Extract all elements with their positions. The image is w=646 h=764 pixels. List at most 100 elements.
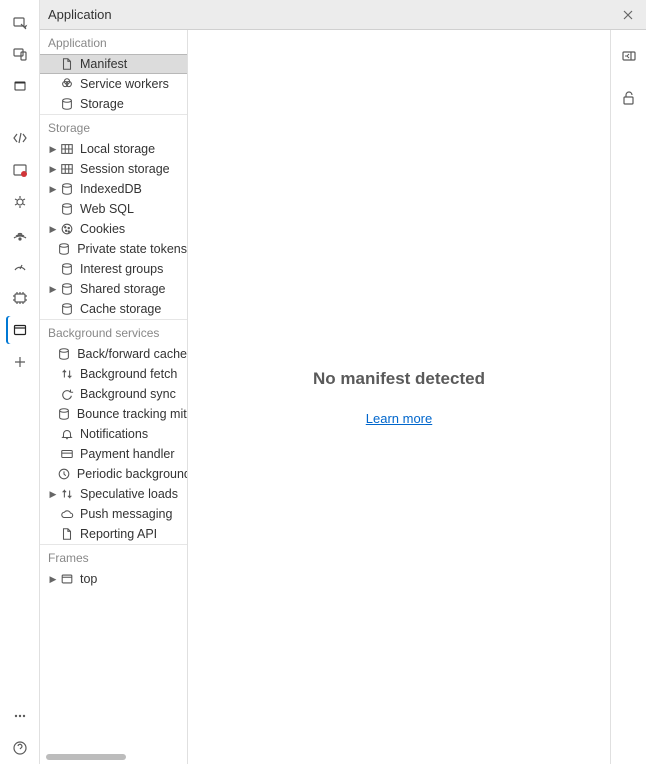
horizontal-scrollbar[interactable] — [46, 754, 126, 760]
grid-icon — [60, 162, 74, 176]
tree-item[interactable]: ▶Private state tokens — [40, 239, 187, 259]
tree-item[interactable]: ▶Back/forward cache — [40, 344, 187, 364]
device-toggle-icon[interactable] — [6, 40, 34, 68]
tree-item[interactable]: ▶Bounce tracking mitigations — [40, 404, 187, 424]
file-icon — [60, 527, 74, 541]
tree-item-label: Service workers — [80, 77, 169, 91]
cloud-icon — [60, 507, 74, 521]
database-icon — [60, 282, 74, 296]
expand-arrow-icon[interactable]: ▶ — [48, 144, 58, 154]
service-worker-icon — [60, 77, 74, 91]
close-icon[interactable] — [618, 5, 638, 25]
tree-item-label: IndexedDB — [80, 182, 142, 196]
more-icon[interactable] — [6, 702, 34, 730]
sync-icon — [60, 387, 74, 401]
empty-state-heading: No manifest detected — [313, 369, 485, 389]
database-icon — [57, 347, 71, 361]
tree-item-label: Payment handler — [80, 447, 175, 461]
right-rail — [610, 30, 646, 764]
titlebar: Application — [40, 0, 646, 30]
tree-item-label: Reporting API — [80, 527, 157, 541]
main-panel: Application Application▶Manifest▶Service… — [40, 0, 646, 764]
updown-icon — [60, 487, 74, 501]
application-icon[interactable] — [6, 316, 34, 344]
add-tool-icon[interactable] — [6, 348, 34, 376]
section-header-background: Background services — [40, 319, 187, 344]
tree-item[interactable]: ▶Periodic background sync — [40, 464, 187, 484]
network-icon[interactable] — [6, 220, 34, 248]
database-icon — [60, 182, 74, 196]
tree-item[interactable]: ▶Background sync — [40, 384, 187, 404]
tree-item-label: top — [80, 572, 97, 586]
tree-item-label: Web SQL — [80, 202, 134, 216]
expand-arrow-icon[interactable]: ▶ — [48, 489, 58, 499]
expand-arrow-icon[interactable]: ▶ — [48, 284, 58, 294]
database-icon — [57, 407, 71, 421]
inspect-icon[interactable] — [6, 8, 34, 36]
expand-arrow-icon[interactable]: ▶ — [48, 184, 58, 194]
tree-item[interactable]: ▶Push messaging — [40, 504, 187, 524]
tree-item[interactable]: ▶Payment handler — [40, 444, 187, 464]
card-icon — [60, 447, 74, 461]
performance-icon[interactable] — [6, 252, 34, 280]
tree-item-label: Background sync — [80, 387, 176, 401]
section-header-storage: Storage — [40, 114, 187, 139]
section-header-application: Application — [40, 30, 187, 54]
tree-item-label: Private state tokens — [77, 242, 187, 256]
clock-icon — [57, 467, 71, 481]
console-icon[interactable] — [6, 156, 34, 184]
tree-item[interactable]: ▶Cache storage — [40, 299, 187, 319]
sidebar: Application▶Manifest▶Service workers▶Sto… — [40, 30, 188, 764]
tree-item-label: Manifest — [80, 57, 127, 71]
frame-icon — [60, 572, 74, 586]
tree-item[interactable]: ▶ Speculative loads — [40, 484, 187, 504]
tree-item[interactable]: ▶Web SQL — [40, 199, 187, 219]
dock-icon[interactable] — [615, 42, 643, 70]
bell-icon — [60, 427, 74, 441]
database-icon — [57, 242, 71, 256]
tree-item-label: Background fetch — [80, 367, 177, 381]
tree-item[interactable]: ▶Storage — [40, 94, 187, 114]
window-icon[interactable] — [6, 72, 34, 100]
tree-item-label: Push messaging — [80, 507, 172, 521]
tree-item[interactable]: ▶Notifications — [40, 424, 187, 444]
learn-more-link[interactable]: Learn more — [366, 411, 432, 426]
help-icon[interactable] — [6, 734, 34, 762]
tree-item[interactable]: ▶Reporting API — [40, 524, 187, 544]
tree-item-label: Cookies — [80, 222, 125, 236]
updown-icon — [60, 367, 74, 381]
tree-item-label: Speculative loads — [80, 487, 178, 501]
debug-icon[interactable] — [6, 188, 34, 216]
expand-arrow-icon[interactable]: ▶ — [48, 224, 58, 234]
left-tool-rail — [0, 0, 40, 764]
elements-icon[interactable] — [6, 124, 34, 152]
tree-item[interactable]: ▶ IndexedDB — [40, 179, 187, 199]
database-icon — [60, 97, 74, 111]
section-header-frames: Frames — [40, 544, 187, 569]
database-icon — [60, 202, 74, 216]
tree-item-label: Interest groups — [80, 262, 163, 276]
tree-item[interactable]: ▶Manifest — [40, 54, 187, 74]
expand-arrow-icon[interactable]: ▶ — [48, 164, 58, 174]
panel-title: Application — [48, 7, 112, 22]
database-icon — [60, 262, 74, 276]
tree-item[interactable]: ▶Shared storage — [40, 279, 187, 299]
tree-item[interactable]: ▶ top — [40, 569, 187, 589]
memory-icon[interactable] — [6, 284, 34, 312]
tree-item[interactable]: ▶ Local storage — [40, 139, 187, 159]
tree-item-label: Back/forward cache — [77, 347, 187, 361]
tree-item[interactable]: ▶Service workers — [40, 74, 187, 94]
tree-item-label: Bounce tracking mitigations — [77, 407, 187, 421]
expand-arrow-icon[interactable]: ▶ — [48, 574, 58, 584]
tree-item[interactable]: ▶ Cookies — [40, 219, 187, 239]
file-icon — [60, 57, 74, 71]
unlock-icon[interactable] — [615, 84, 643, 112]
tree-item[interactable]: ▶Session storage — [40, 159, 187, 179]
cookie-icon — [60, 222, 74, 236]
grid-icon — [60, 142, 74, 156]
tree-item-label: Storage — [80, 97, 124, 111]
tree-item-label: Local storage — [80, 142, 155, 156]
tree-item[interactable]: ▶Interest groups — [40, 259, 187, 279]
tree-item-label: Cache storage — [80, 302, 161, 316]
tree-item[interactable]: ▶Background fetch — [40, 364, 187, 384]
